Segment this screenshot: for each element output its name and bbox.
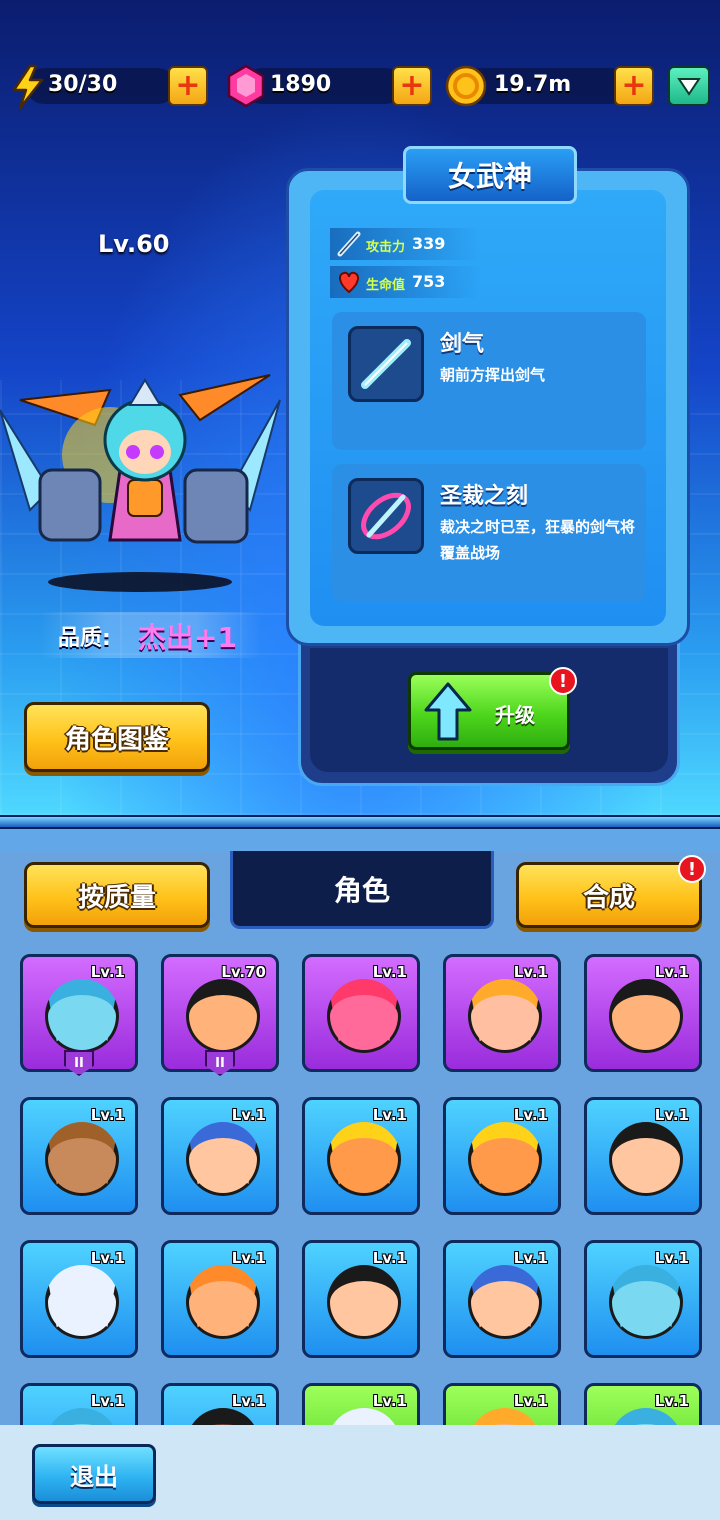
attack-value: 339 xyxy=(412,234,446,253)
hero-card[interactable]: Lv.1 xyxy=(161,1240,279,1358)
hero-card-level: Lv.1 xyxy=(513,1106,548,1124)
gem-value: 1890 xyxy=(270,72,332,97)
lightning-icon xyxy=(12,64,44,110)
upgrade-label: 升级 xyxy=(495,703,535,727)
hero-avatar xyxy=(327,979,401,1053)
upgrade-button[interactable]: 升级 xyxy=(408,672,570,750)
hero-card-level: Lv.1 xyxy=(90,1392,125,1410)
hero-card-level: Lv.1 xyxy=(90,1106,125,1124)
hero-avatar xyxy=(468,1265,542,1339)
diamond-shop-icon[interactable] xyxy=(668,66,710,106)
merge-button[interactable]: 合成 xyxy=(516,862,702,928)
skill-card-1[interactable]: 剑气 朝前方挥出剑气 xyxy=(332,312,646,450)
gold-value: 19.7m xyxy=(494,72,572,97)
hero-card-level: Lv.1 xyxy=(231,1392,266,1410)
hero-card-level: Lv.1 xyxy=(372,1392,407,1410)
hero-avatar xyxy=(327,1265,401,1339)
hero-card[interactable]: Lv.1 xyxy=(443,954,561,1072)
hero-avatar xyxy=(468,979,542,1053)
skill-card-2[interactable]: 圣裁之刻 裁决之时已至，狂暴的剑气将覆盖战场 xyxy=(332,464,646,602)
sword-qi-icon xyxy=(348,326,424,402)
hero-avatar xyxy=(609,1265,683,1339)
hero-avatar xyxy=(45,1122,119,1196)
skill-description: 朝前方挥出剑气 xyxy=(440,366,546,384)
hero-card-level: Lv.1 xyxy=(654,1392,689,1410)
judgment-slash-icon xyxy=(348,478,424,554)
hero-card[interactable]: Lv.1 xyxy=(584,954,702,1072)
exit-button[interactable]: 退出 xyxy=(32,1444,156,1504)
hero-card[interactable]: Lv.1 xyxy=(20,1097,138,1215)
hero-avatar xyxy=(186,1265,260,1339)
hero-card[interactable]: Lv.1 xyxy=(302,954,420,1072)
hero-card-level: Lv.1 xyxy=(513,963,548,981)
hero-card[interactable]: Lv.1 xyxy=(302,1240,420,1358)
hero-card[interactable]: Lv.1 xyxy=(584,1097,702,1215)
add-energy-button[interactable]: + xyxy=(168,66,208,106)
hero-avatar xyxy=(186,1122,260,1196)
hero-card-level: Lv.1 xyxy=(231,1249,266,1267)
add-gold-button[interactable]: + xyxy=(614,66,654,106)
hero-codex-button[interactable]: 角色图鉴 xyxy=(24,702,210,772)
gold-resource: 19.7m + xyxy=(444,64,660,108)
hero-avatar xyxy=(609,1122,683,1196)
sword-icon xyxy=(337,231,361,257)
quality-value: 杰出+1 xyxy=(138,621,237,654)
attack-label: 攻击力 xyxy=(366,240,406,255)
tab-heroes[interactable]: 角色 xyxy=(230,851,494,929)
section-divider xyxy=(0,815,720,829)
heart-icon xyxy=(339,271,359,294)
gem-resource: 1890 + xyxy=(226,64,436,108)
hero-card[interactable]: Lv.1 xyxy=(161,1097,279,1215)
hero-avatar xyxy=(468,1122,542,1196)
quality-label: 品质: xyxy=(58,626,111,651)
energy-resource: 30/30 + xyxy=(8,64,212,110)
hero-card-level: Lv.1 xyxy=(513,1249,548,1267)
hero-card-level: Lv.70 xyxy=(221,963,266,981)
energy-value: 30/30 xyxy=(48,72,118,97)
hero-card-level: Lv.1 xyxy=(513,1392,548,1410)
coin-icon xyxy=(445,65,487,107)
hero-card-level: Lv.1 xyxy=(372,1106,407,1124)
skill-name: 剑气 xyxy=(440,332,485,357)
hero-card[interactable]: Lv.1 xyxy=(20,1240,138,1358)
hero-card-level: Lv.1 xyxy=(231,1106,266,1124)
hero-avatar xyxy=(327,1122,401,1196)
hero-name-title: 女武神 xyxy=(403,146,577,204)
gem-icon xyxy=(227,64,265,108)
hero-level: Lv.60 xyxy=(98,230,170,258)
hero-card-level: Lv.1 xyxy=(654,1106,689,1124)
skill-name: 圣裁之刻 xyxy=(440,484,529,509)
hp-label: 生命值 xyxy=(366,278,406,293)
hero-card-level: Lv.1 xyxy=(654,963,689,981)
hp-stat: 生命值 753 xyxy=(330,266,480,298)
up-arrow-icon xyxy=(424,682,472,741)
hp-value: 753 xyxy=(412,272,446,291)
add-gem-button[interactable]: + xyxy=(392,66,432,106)
hero-avatar xyxy=(45,979,119,1053)
hero-card[interactable]: Lv.1 xyxy=(443,1240,561,1358)
section-divider-band xyxy=(0,829,720,851)
hero-card[interactable]: Lv.1 xyxy=(302,1097,420,1215)
upgrade-alert-badge: ! xyxy=(549,667,577,695)
hero-card-level: Lv.1 xyxy=(372,1249,407,1267)
hero-card-level: Lv.1 xyxy=(90,1249,125,1267)
hero-avatar xyxy=(45,1265,119,1339)
hero-card-level: Lv.1 xyxy=(654,1249,689,1267)
hero-portrait xyxy=(0,374,281,592)
hero-card[interactable]: Lv.1 xyxy=(443,1097,561,1215)
hero-card-level: Lv.1 xyxy=(372,963,407,981)
sort-by-quality-button[interactable]: 按质量 xyxy=(24,862,210,928)
skill-description: 裁决之时已至，狂暴的剑气将覆盖战场 xyxy=(440,518,636,562)
hero-card[interactable]: Lv.1 xyxy=(584,1240,702,1358)
hero-avatar xyxy=(609,979,683,1053)
hero-avatar xyxy=(186,979,260,1053)
hero-card-level: Lv.1 xyxy=(90,963,125,981)
merge-alert-badge: ! xyxy=(678,855,706,883)
attack-stat: 攻击力 339 xyxy=(330,228,480,260)
